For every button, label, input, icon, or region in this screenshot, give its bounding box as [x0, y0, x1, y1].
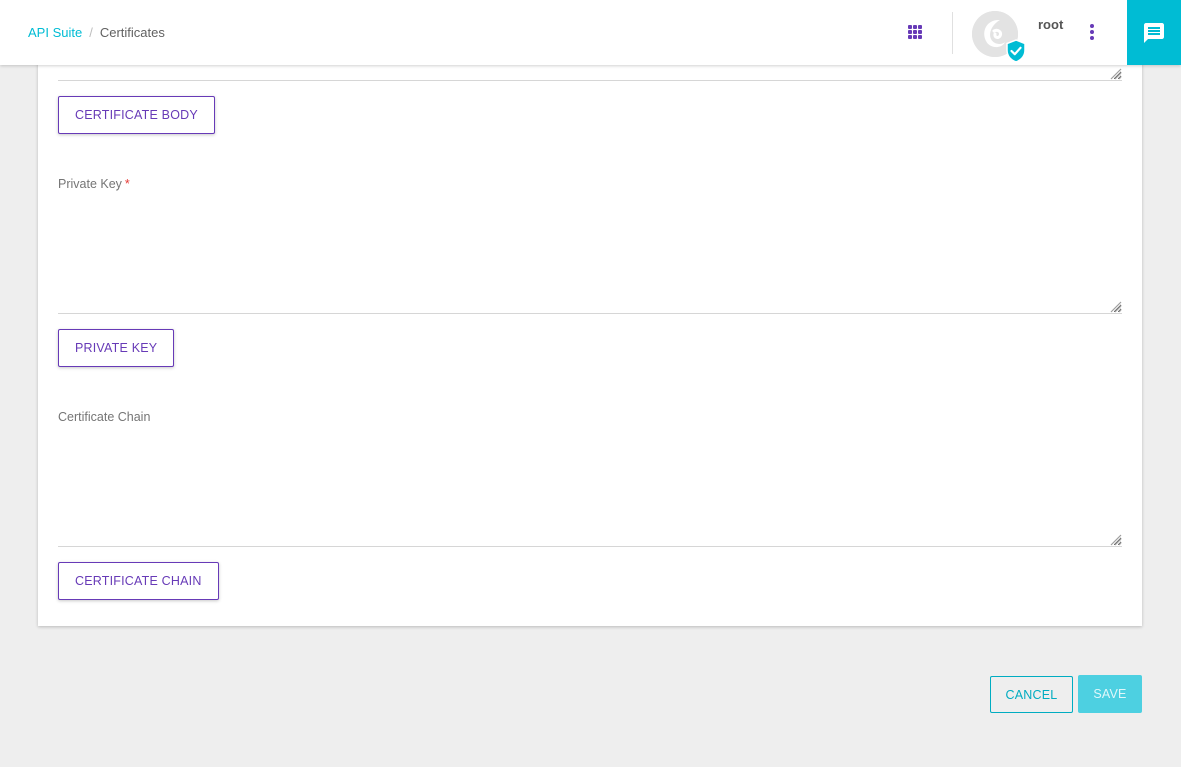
username-label[interactable]: root	[1038, 17, 1063, 32]
more-vert-icon[interactable]	[1086, 24, 1098, 40]
certificate-form-card: CERTIFICATE BODY Private Key * PRIVATE KE…	[38, 40, 1142, 626]
certificate-chain-textarea[interactable]	[58, 433, 1122, 546]
breadcrumb-separator: /	[89, 25, 93, 40]
breadcrumb: API Suite / Certificates	[28, 25, 165, 40]
required-marker: *	[124, 177, 130, 191]
certificate-chain-label: Certificate Chain	[58, 410, 151, 424]
apps-grid-icon[interactable]	[908, 25, 922, 39]
resize-grip-icon[interactable]	[1108, 299, 1122, 313]
save-button[interactable]: SAVE	[1078, 675, 1142, 713]
certificate-chain-underline	[58, 546, 1122, 547]
verified-shield-icon	[1005, 39, 1027, 63]
private-key-upload-button[interactable]: PRIVATE KEY	[58, 329, 175, 367]
private-key-label: Private Key *	[58, 177, 130, 191]
cancel-button[interactable]: CANCEL	[990, 676, 1073, 713]
certificate-body-underline	[58, 80, 1122, 81]
chat-message-icon	[1144, 22, 1164, 43]
resize-grip-icon[interactable]	[1108, 532, 1122, 546]
chat-button[interactable]	[1127, 0, 1181, 65]
header-divider	[952, 12, 953, 54]
private-key-label-text: Private Key	[58, 177, 122, 191]
avatar[interactable]	[972, 11, 1026, 63]
breadcrumb-current-certificates: Certificates	[99, 25, 165, 40]
resize-grip-icon[interactable]	[1108, 66, 1122, 80]
certificate-body-upload-button[interactable]: CERTIFICATE BODY	[58, 96, 215, 134]
private-key-underline	[58, 313, 1122, 314]
breadcrumb-link-api-suite[interactable]: API Suite	[28, 25, 82, 40]
top-app-bar: API Suite / Certificates root	[0, 0, 1181, 65]
private-key-textarea[interactable]	[58, 200, 1122, 313]
certificate-chain-upload-button[interactable]: CERTIFICATE CHAIN	[58, 562, 219, 600]
